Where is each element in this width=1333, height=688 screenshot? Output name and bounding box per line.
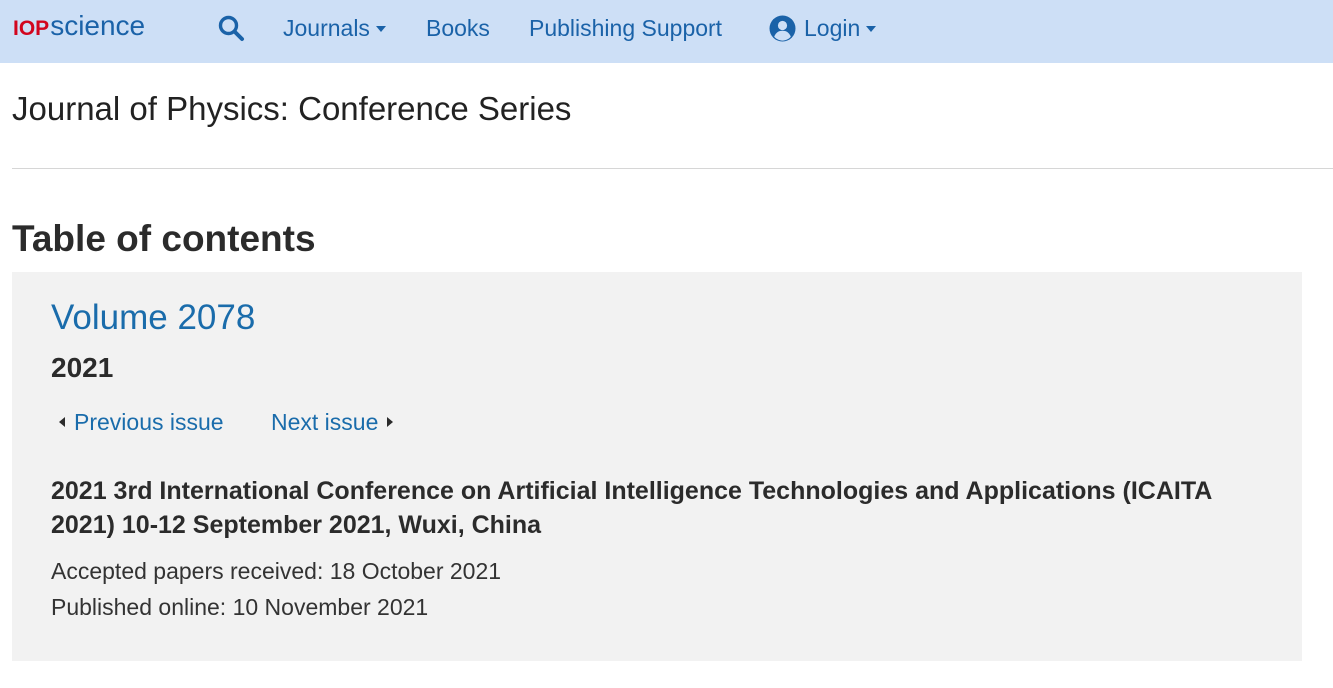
next-issue-label: Next issue xyxy=(271,408,379,435)
chevron-down-icon xyxy=(375,26,386,32)
journal-title[interactable]: Journal of Physics: Conference Series xyxy=(12,90,571,128)
nav-publishing-support-link[interactable]: Publishing Support xyxy=(529,13,722,43)
nav-login-label: Login xyxy=(804,14,861,41)
logo-science-text: science xyxy=(50,10,146,41)
nav-publishing-support-label: Publishing Support xyxy=(529,14,723,41)
toc-heading: Table of contents xyxy=(12,218,316,259)
volume-title: Volume 2078 xyxy=(51,298,256,337)
nav-books-link[interactable]: Books xyxy=(426,13,490,43)
conference-title: 2021 3rd International Conference on Art… xyxy=(51,477,1212,539)
caret-right-icon xyxy=(387,417,394,427)
previous-issue-link[interactable]: Previous issue xyxy=(59,407,224,437)
nav-login-dropdown[interactable]: Login xyxy=(769,13,877,43)
logo-iop-text: IOP xyxy=(13,17,50,40)
accepted-date: Accepted papers received: 18 October 202… xyxy=(51,558,502,584)
published-date: Published online: 10 November 2021 xyxy=(51,594,429,620)
volume-panel: Volume 2078 2021 Previous issue Next iss… xyxy=(12,272,1302,661)
caret-left-icon xyxy=(59,417,65,427)
nav-journals-dropdown[interactable]: Journals xyxy=(283,13,386,43)
search-icon xyxy=(218,15,244,41)
user-avatar-icon xyxy=(769,15,796,42)
previous-issue-label: Previous issue xyxy=(74,408,224,435)
next-issue-link[interactable]: Next issue xyxy=(271,407,394,437)
volume-year: 2021 xyxy=(51,352,114,383)
chevron-down-icon xyxy=(866,26,877,32)
nav-journals-label: Journals xyxy=(283,14,370,41)
search-button[interactable] xyxy=(215,12,247,44)
iopscience-logo[interactable]: IOP science xyxy=(13,10,145,44)
nav-books-label: Books xyxy=(426,14,490,41)
divider xyxy=(12,168,1333,169)
top-navigation-bar: IOP science Journals Books Publishing Su… xyxy=(0,0,1333,63)
